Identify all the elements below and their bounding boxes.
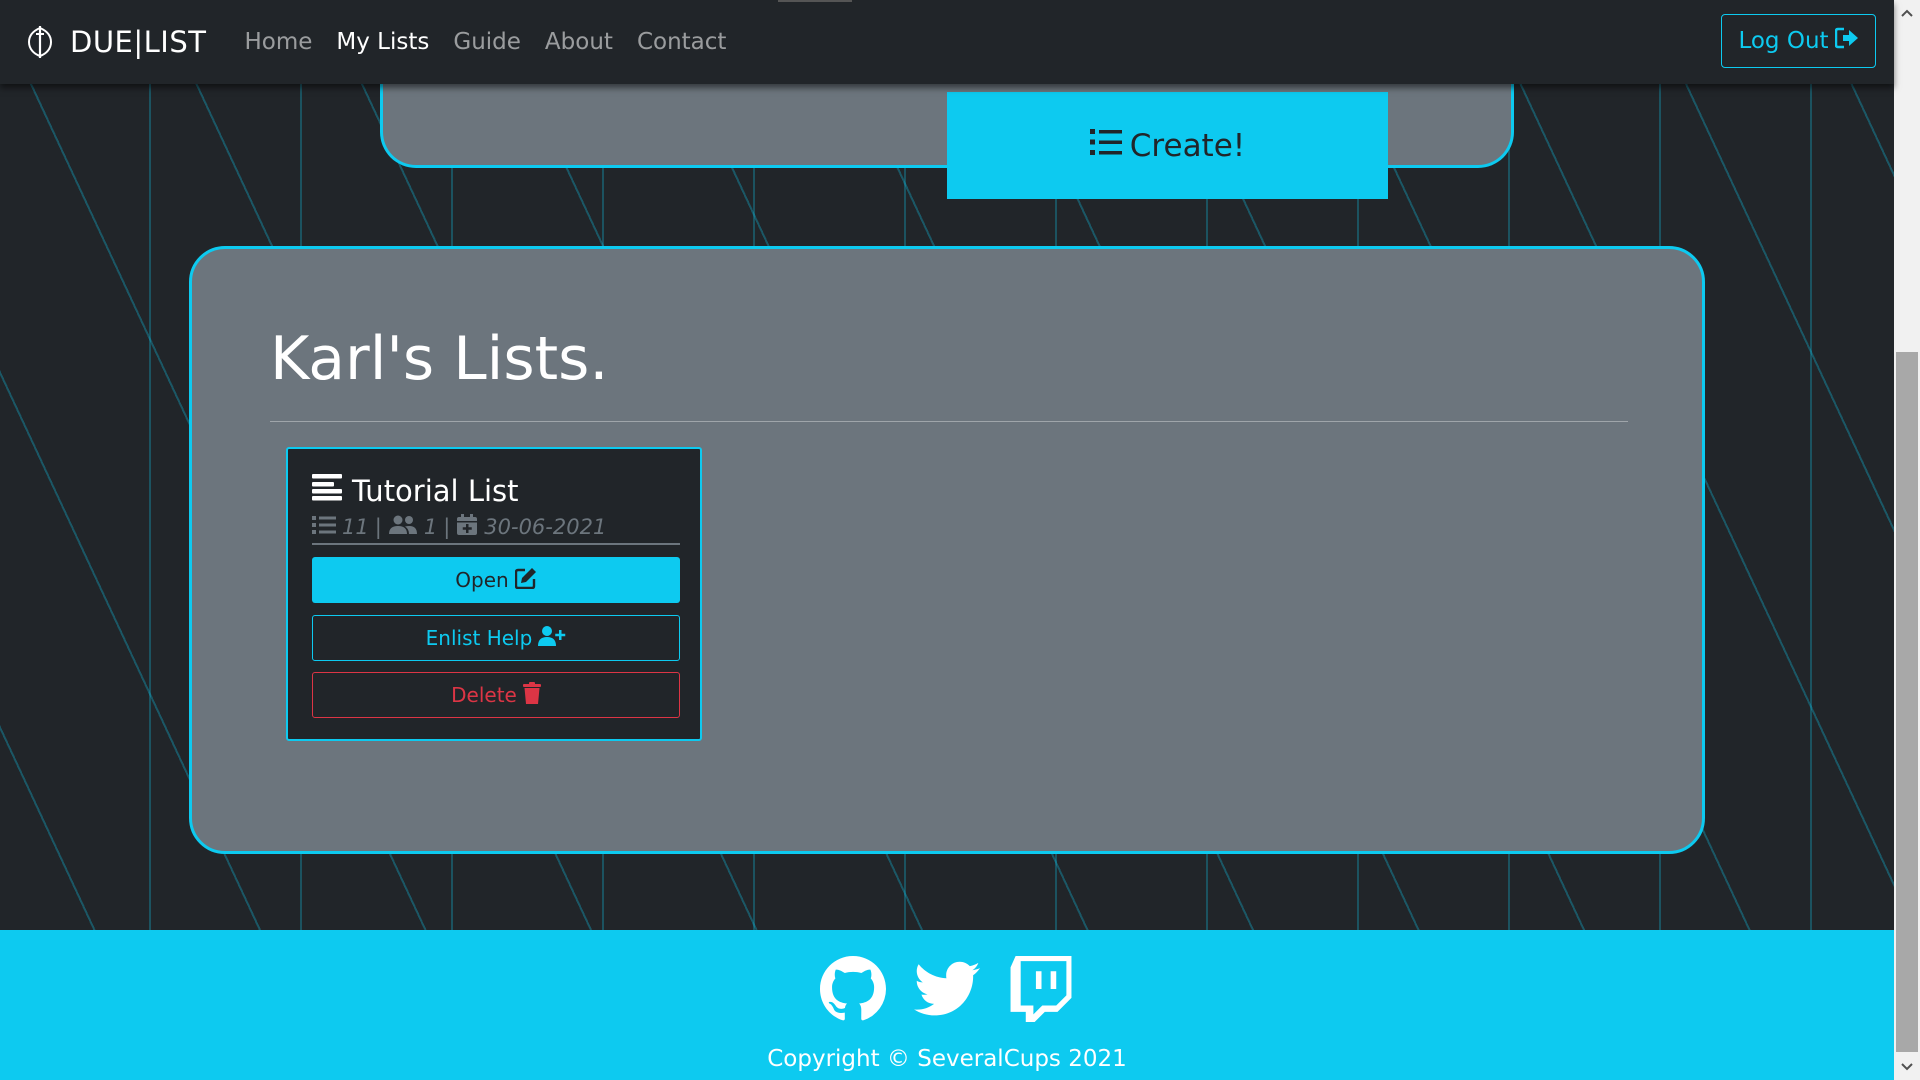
scroll-up-icon[interactable] — [1894, 0, 1920, 26]
footer: Copyright © SeveralCups 2021 — [0, 930, 1894, 1080]
align-justify-icon — [312, 473, 352, 508]
nav-link-home[interactable]: Home — [244, 29, 312, 55]
scroll-down-icon[interactable] — [1894, 1054, 1920, 1080]
meta-separator: | — [374, 515, 382, 539]
sword-shield-icon — [22, 24, 58, 60]
delete-label: Delete — [451, 683, 517, 707]
calendar-plus-icon — [456, 513, 484, 541]
list-icon — [1089, 128, 1130, 164]
list-card: Tutorial List 11 | 1 | 30-06-2021 Open E… — [286, 447, 702, 741]
user-plus-icon — [532, 625, 566, 652]
delete-button[interactable]: Delete — [312, 672, 680, 718]
card-meta: 11 | 1 | 30-06-2021 — [312, 513, 680, 545]
enlist-help-button[interactable]: Enlist Help — [312, 615, 680, 661]
divider — [270, 421, 1628, 422]
edit-icon — [509, 567, 537, 594]
users-icon — [388, 515, 424, 540]
meta-separator: | — [443, 515, 451, 539]
brand-text: DUE|LIST — [70, 25, 207, 59]
enlist-label: Enlist Help — [425, 626, 533, 650]
brand[interactable]: DUE|LIST — [22, 24, 206, 60]
card-title-text: Tutorial List — [352, 473, 519, 508]
scroll-thumb[interactable] — [1896, 352, 1918, 1052]
open-button[interactable]: Open — [312, 557, 680, 603]
nav-link-contact[interactable]: Contact — [637, 29, 726, 55]
scrollbar[interactable] — [1894, 0, 1920, 1080]
open-label: Open — [455, 568, 509, 592]
card-title[interactable]: Tutorial List — [312, 473, 519, 508]
twitter-icon[interactable] — [914, 956, 980, 1022]
page-title: Karl's Lists. — [270, 324, 609, 394]
tasks-icon — [312, 515, 342, 540]
twitch-icon[interactable] — [1008, 956, 1074, 1022]
navbar: DUE|LIST Home My Lists Guide About Conta… — [0, 0, 1894, 84]
create-label: Create! — [1129, 127, 1246, 164]
member-count: 1 — [423, 515, 438, 539]
sign-out-icon — [1829, 27, 1859, 55]
copyright: Copyright © SeveralCups 2021 — [767, 1046, 1127, 1072]
nav-top-mark — [778, 0, 852, 2]
nav-links: Home My Lists Guide About Contact — [244, 29, 750, 55]
lists-panel: Karl's Lists. Tutorial List 11 | 1 | 30-… — [189, 246, 1705, 854]
nav-link-my-lists[interactable]: My Lists — [336, 29, 429, 55]
list-date: 30-06-2021 — [484, 515, 607, 539]
nav-link-guide[interactable]: Guide — [453, 29, 521, 55]
logout-label: Log Out — [1738, 28, 1829, 54]
nav-link-about[interactable]: About — [545, 29, 613, 55]
github-icon[interactable] — [820, 956, 886, 1022]
logout-button[interactable]: Log Out — [1721, 14, 1876, 68]
create-button[interactable]: Create! — [947, 92, 1388, 199]
social-links — [0, 956, 1894, 1022]
trash-icon — [517, 681, 541, 709]
item-count: 11 — [342, 515, 369, 539]
